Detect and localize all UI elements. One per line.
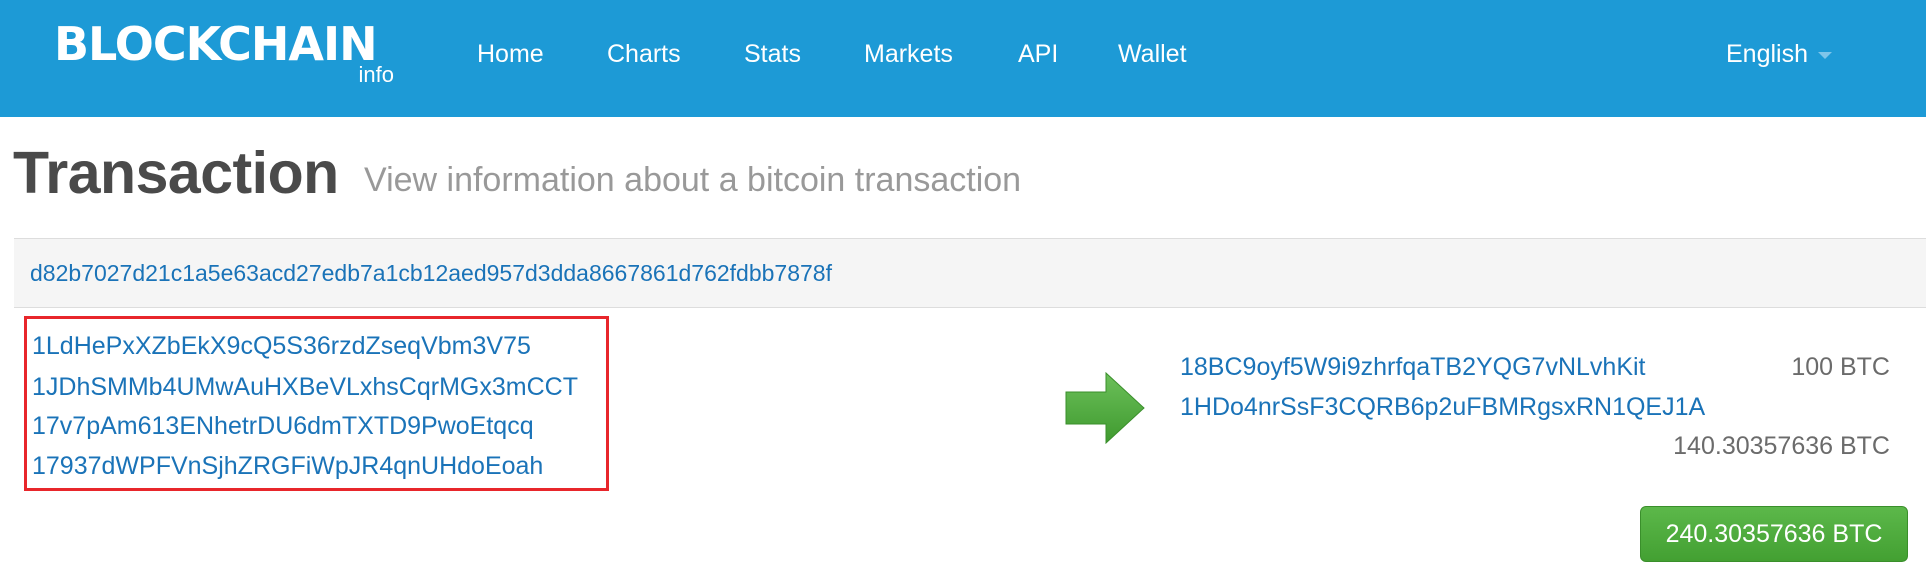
total-amount-button[interactable]: 240.30357636 BTC — [1640, 506, 1908, 562]
language-dropdown[interactable]: English — [1726, 38, 1832, 70]
language-label: English — [1726, 40, 1808, 68]
nav-api[interactable]: API — [1018, 38, 1058, 70]
nav-wallet[interactable]: Wallet — [1118, 38, 1187, 70]
page-subtitle: View information about a bitcoin transac… — [364, 161, 1022, 199]
nav-markets[interactable]: Markets — [864, 38, 953, 70]
input-address[interactable]: 17937dWPFVnSjhZRGFiWpJR4qnUHdoEoah — [32, 451, 543, 481]
arrow-right-icon — [1065, 372, 1145, 444]
top-navbar: BLOCKCHAIN info Home Charts Stats Market… — [0, 0, 1926, 117]
nav-stats[interactable]: Stats — [744, 38, 801, 70]
nav-home[interactable]: Home — [477, 38, 544, 70]
transaction-hash-link[interactable]: d82b7027d21c1a5e63acd27edb7a1cb12aed957d… — [30, 259, 832, 287]
nav-charts[interactable]: Charts — [607, 38, 681, 70]
logo-subtext: info — [358, 62, 394, 87]
output-amount: 100 BTC — [1791, 353, 1890, 381]
output-address[interactable]: 1HDo4nrSsF3CQRB6p2uFBMRgsxRN1QEJ1A — [1180, 392, 1705, 422]
input-address[interactable]: 1LdHePxXZbEkX9cQ5S36rzdZseqVbm3V75 — [32, 331, 531, 361]
input-address[interactable]: 17v7pAm613ENhetrDU6dmTXTD9PwoEtqcq — [32, 411, 534, 441]
output-amount: 140.30357636 BTC — [1673, 432, 1890, 460]
blockchain-logo[interactable]: BLOCKCHAIN info — [54, 18, 394, 88]
page-title: Transaction — [13, 140, 339, 206]
caret-down-icon — [1818, 51, 1832, 59]
input-address[interactable]: 1JDhSMMb4UMwAuHXBeVLxhsCqrMGx3mCCT — [32, 372, 578, 402]
transaction-hash-bar: d82b7027d21c1a5e63acd27edb7a1cb12aed957d… — [14, 238, 1926, 308]
logo-text: BLOCKCHAIN — [54, 17, 378, 71]
output-address[interactable]: 18BC9oyf5W9i9zhrfqaTB2YQG7vNLvhKit — [1180, 352, 1646, 382]
